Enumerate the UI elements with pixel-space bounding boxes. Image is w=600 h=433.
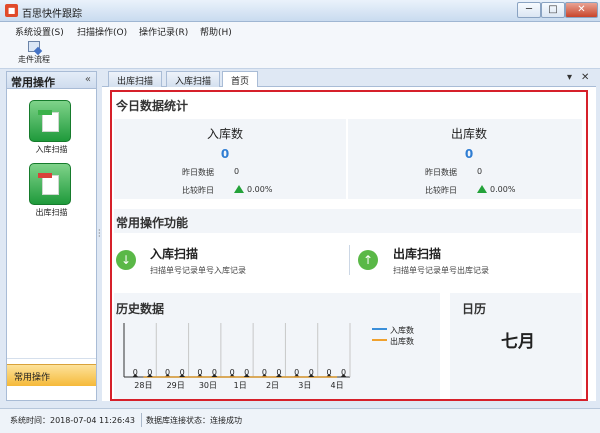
inbound-yesterday-label: 昨日数据 bbox=[182, 168, 214, 177]
ops-divider bbox=[349, 245, 350, 275]
x-tick-label: 30日 bbox=[199, 381, 217, 390]
legend-inbound-swatch bbox=[372, 328, 387, 330]
outbound-compare: 0.00% bbox=[477, 185, 515, 194]
flow-button[interactable]: 走件流程 bbox=[12, 41, 56, 67]
menu-bar: 系统设置(S) 扫描操作(O) 操作记录(R) 帮助(H) bbox=[0, 22, 600, 39]
up-arrow-icon bbox=[477, 185, 487, 193]
inbound-yesterday-value: 0 bbox=[234, 167, 240, 176]
x-tick-label: 29日 bbox=[167, 381, 185, 390]
outbound-yesterday-value: 0 bbox=[477, 167, 483, 176]
inbound-compare-label: 比较昨日 bbox=[182, 186, 214, 195]
left-panel: 常用操作 « 入库扫描 出库扫描 常用操作 bbox=[6, 71, 97, 401]
common-ops-header: 常用操作功能 bbox=[116, 216, 189, 230]
window-title: 百思快件跟踪 bbox=[22, 9, 82, 20]
history-header: 历史数据 bbox=[116, 302, 165, 316]
op-outbound-desc: 扫描单号记录单号出库记录 bbox=[393, 266, 489, 275]
toolbar: 走件流程 bbox=[0, 39, 600, 69]
tab-close-icon[interactable]: ✕ bbox=[581, 72, 589, 83]
outbound-count-value: 0 bbox=[464, 147, 474, 161]
menu-system-settings[interactable]: 系统设置(S) bbox=[15, 25, 64, 38]
inbound-scan-icon[interactable] bbox=[29, 100, 71, 142]
system-time: 系统时间：2018-07-04 11:26:43 bbox=[10, 416, 135, 425]
calendar-header: 日历 bbox=[462, 302, 487, 316]
tab-inbound-scan[interactable]: 入库扫描 bbox=[166, 71, 221, 87]
x-tick-label: 4日 bbox=[331, 381, 344, 390]
db-status: 数据库连接状态：连接成功 bbox=[146, 416, 242, 425]
legend-outbound-swatch bbox=[372, 339, 387, 341]
menu-help[interactable]: 帮助(H) bbox=[200, 25, 232, 38]
inbound-scan-label[interactable]: 入库扫描 bbox=[7, 144, 96, 155]
status-bar: 系统时间：2018-07-04 11:26:43 数据库连接状态：连接成功 bbox=[0, 408, 600, 433]
outbound-scan-label[interactable]: 出库扫描 bbox=[7, 207, 96, 218]
x-tick-label: 28日 bbox=[134, 381, 152, 390]
calendar-month[interactable]: 七月 bbox=[501, 327, 535, 352]
download-arrow-icon[interactable]: ↓ bbox=[116, 250, 136, 270]
common-ops-group-button[interactable]: 常用操作 bbox=[7, 364, 96, 386]
minimize-button[interactable]: ─ bbox=[517, 2, 541, 18]
inbound-compare: 0.00% bbox=[234, 185, 272, 194]
left-panel-header: 常用操作 « bbox=[7, 72, 96, 89]
app-logo-icon: ■ bbox=[5, 4, 18, 17]
legend-inbound: 入库数 bbox=[372, 325, 414, 336]
up-arrow-icon bbox=[234, 185, 244, 193]
left-panel-title: 常用操作 bbox=[11, 76, 55, 89]
outbound-compare-label: 比较昨日 bbox=[425, 186, 457, 195]
inbound-count-title: 入库数 bbox=[206, 127, 243, 141]
common-ops-group-label: 常用操作 bbox=[14, 373, 51, 383]
upload-arrow-icon[interactable]: ↑ bbox=[358, 250, 378, 270]
tab-home[interactable]: 首页 bbox=[222, 71, 259, 88]
tab-menu-icon[interactable]: ▾ bbox=[567, 72, 572, 83]
op-outbound-title[interactable]: 出库扫描 bbox=[393, 245, 441, 262]
inbound-count-value: 0 bbox=[220, 147, 230, 161]
today-stats-header: 今日数据统计 bbox=[116, 99, 189, 113]
legend-outbound: 出库数 bbox=[372, 336, 414, 347]
op-inbound-title[interactable]: 入库扫描 bbox=[150, 245, 198, 262]
status-separator bbox=[141, 413, 142, 427]
x-tick-label: 2日 bbox=[266, 381, 279, 390]
flow-button-label: 走件流程 bbox=[18, 55, 50, 64]
tab-strip: 出库扫描 入库扫描 首页 ▾ ✕ bbox=[102, 71, 596, 88]
x-tick-label: 3日 bbox=[298, 381, 311, 390]
outbound-count-title: 出库数 bbox=[450, 127, 487, 141]
tab-outbound-scan[interactable]: 出库扫描 bbox=[108, 71, 163, 87]
home-content: 今日数据统计 入库数 0 昨日数据 0 比较昨日 0.00% 出库数 0 昨日数… bbox=[102, 87, 596, 401]
menu-operation-records[interactable]: 操作记录(R) bbox=[139, 25, 188, 38]
menu-scan-operations[interactable]: 扫描操作(O) bbox=[77, 25, 127, 38]
outbound-scan-icon[interactable] bbox=[29, 163, 71, 205]
op-inbound-desc: 扫描单号记录单号入库记录 bbox=[150, 266, 246, 275]
collapse-panel-icon[interactable]: « bbox=[85, 74, 91, 85]
close-button[interactable]: ✕ bbox=[565, 2, 598, 18]
flow-icon bbox=[28, 41, 40, 52]
history-chart: 0 0 0 0 0 0 00 0 0 0 0 0 028日 29日 30日 1日 2日 3日 4日 bbox=[123, 323, 351, 390]
maximize-button[interactable]: □ bbox=[541, 2, 565, 18]
x-tick-label: 1日 bbox=[234, 381, 247, 390]
title-bar: ■ 百思快件跟踪 ─ □ ✕ bbox=[0, 0, 600, 22]
outbound-yesterday-label: 昨日数据 bbox=[425, 168, 457, 177]
